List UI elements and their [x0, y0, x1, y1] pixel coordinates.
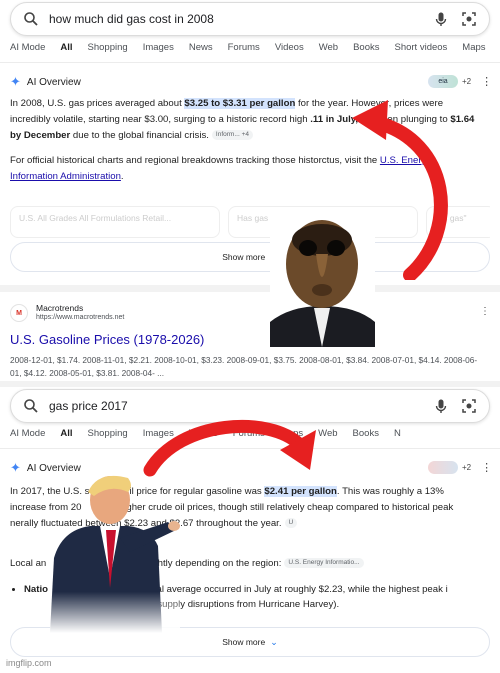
divider — [0, 62, 500, 63]
tab-forums[interactable]: Forums — [233, 428, 265, 446]
more-options-icon[interactable]: ⋮ — [481, 75, 493, 88]
tab-all[interactable]: All — [60, 42, 72, 60]
source-cards: U.S. All Grades All Formulations Retail.… — [10, 206, 490, 238]
sparkle-icon: ✦ — [10, 460, 21, 475]
chevron-down-icon: ⌄ — [270, 636, 278, 647]
citation-chip[interactable]: Inform... +4 — [211, 130, 253, 141]
ai-sources[interactable]: +2 ⋮ — [428, 461, 493, 474]
result-url[interactable]: https://www.macrotrends.net — [36, 314, 124, 321]
bold-text: Natio — [24, 584, 48, 595]
sources-chip[interactable]: eia — [428, 75, 458, 88]
citation-chip[interactable]: U — [284, 518, 298, 529]
tab-forums[interactable]: Forums — [228, 42, 260, 60]
tab-ai-mode[interactable]: AI Mode — [10, 42, 45, 60]
microphone-icon[interactable] — [433, 398, 449, 414]
sources-chip-icon[interactable] — [428, 461, 458, 474]
text: west national average occurred in July a… — [107, 584, 448, 595]
tab-web[interactable]: Web — [319, 42, 338, 60]
divider — [0, 448, 500, 449]
show-more-button[interactable]: Show more ⌄ — [10, 627, 490, 657]
search-input[interactable]: how much did gas cost in 2008 — [49, 12, 421, 26]
more-options-icon[interactable]: ⋮ — [480, 306, 490, 317]
text: nerally fluctuated between $2.23 and $2.… — [10, 518, 282, 529]
chevron-down-icon: ⌄ — [270, 251, 278, 262]
tab-news[interactable]: News — [189, 42, 213, 60]
search-icon — [24, 399, 38, 413]
list-item: Natio west national average occurred in J… — [24, 582, 480, 612]
tab-images[interactable]: Images — [143, 428, 174, 446]
imgflip-watermark: imgflip.com — [6, 658, 52, 668]
sources-count: +2 — [462, 77, 472, 86]
result-title-link[interactable]: U.S. Gasoline Prices (1978-2026) — [10, 332, 204, 347]
tab-short-videos[interactable]: Short videos — [394, 42, 447, 60]
result-site-name[interactable]: Macrotrends — [36, 303, 83, 313]
text: s, visit the — [334, 155, 380, 166]
ai-overview-paragraph-2: For official historical charts and regio… — [10, 153, 480, 185]
text: ember (largely due to supply disruptions… — [64, 599, 340, 610]
tab-ai-mode[interactable]: AI Mode — [10, 428, 45, 446]
sources-count: +2 — [462, 463, 472, 472]
sparkle-icon: ✦ — [10, 74, 21, 89]
text: il price for regular gasoline was — [129, 486, 265, 497]
text: nds varied slightly depending on the reg… — [96, 558, 282, 569]
text: Local an — [10, 558, 47, 569]
search-result: M Macrotrends https://www.macrotrends.ne… — [10, 302, 490, 378]
ai-sources[interactable]: eia +2 ⋮ — [428, 75, 493, 88]
show-more-label: Show more — [222, 252, 266, 262]
search-tabs: AI Mode All Shopping Images News Forums … — [10, 42, 500, 60]
search-icon — [24, 12, 38, 26]
ai-overview-header: ✦ AI Overview — [10, 460, 81, 476]
tab-shopping[interactable]: Shopping — [88, 428, 128, 446]
ai-overview-paragraph: In 2008, U.S. gas prices averaged about … — [10, 96, 480, 144]
microphone-icon[interactable] — [433, 11, 449, 27]
tab-books[interactable]: Books — [353, 428, 379, 446]
text: In 2017, the U.S. s — [10, 486, 90, 497]
bold-text: .11 in July, — [310, 114, 359, 125]
source-card[interactable]: "$5 gas" — [426, 206, 490, 238]
text: due to the global financial crisis. — [70, 130, 209, 141]
search-tabs: AI Mode All Shopping Images Videos Forum… — [10, 428, 500, 446]
more-options-icon[interactable]: ⋮ — [481, 461, 493, 474]
result-snippet: 2008-12-01, $1.74. 2008-11-01, $2.21. 20… — [10, 355, 478, 378]
tab-all[interactable]: All — [60, 428, 72, 446]
text: In 2008, U.S. gas prices averaged about — [10, 98, 185, 109]
tab-maps[interactable]: Maps — [462, 42, 485, 60]
citation-chip[interactable]: U.S. Energy Informatio... — [284, 558, 364, 569]
ai-overview-title: AI Overview — [26, 462, 81, 474]
source-card[interactable]: U.S. All Grades All Formulations Retail.… — [10, 206, 220, 238]
ai-overview-paragraph-2: Local an nds varied slightly depending on… — [10, 556, 480, 572]
section-divider — [0, 381, 500, 387]
tab-shopping[interactable]: Shopping — [88, 42, 128, 60]
text: ctu — [321, 155, 335, 166]
text: y higher crude oil prices, though still … — [111, 502, 454, 513]
search-bar[interactable]: gas price 2017 — [10, 389, 490, 423]
source-card[interactable]: Has gas ever... impossible... — [228, 206, 418, 238]
tab-more[interactable]: N — [394, 428, 401, 446]
highlighted-price: $3.25 to $3.31 per gallon — [184, 98, 296, 109]
ai-overview-paragraph: In 2017, the U.S. s il price for regular … — [10, 484, 480, 532]
lens-icon[interactable] — [461, 398, 477, 414]
text: . — [120, 171, 124, 182]
search-bar[interactable]: how much did gas cost in 2008 — [10, 2, 490, 36]
tab-images[interactable]: Images — [143, 42, 174, 60]
highlighted-price: $2.41 per gallon — [264, 486, 337, 497]
tab-web[interactable]: Web — [318, 428, 337, 446]
section-divider — [0, 285, 500, 292]
ai-overview-bullets: Natio west national average occurred in J… — [10, 582, 480, 612]
tab-videos[interactable]: Videos — [275, 42, 304, 60]
search-input[interactable]: gas price 2017 — [49, 399, 421, 413]
tab-videos[interactable]: Videos — [189, 428, 218, 446]
tab-books[interactable]: Books — [353, 42, 379, 60]
tab-maps[interactable]: Maps — [280, 428, 303, 446]
text: For official historical charts and regio… — [10, 155, 322, 166]
ai-overview-header: ✦ AI Overview — [10, 74, 81, 90]
ai-overview-title: AI Overview — [26, 76, 81, 88]
show-more-button[interactable]: Show more ⌄ — [10, 242, 490, 272]
text: and then plunging to — [358, 114, 451, 125]
macrotrends-favicon-icon: M — [10, 304, 28, 322]
show-more-label: Show more — [222, 637, 266, 647]
lens-icon[interactable] — [461, 11, 477, 27]
